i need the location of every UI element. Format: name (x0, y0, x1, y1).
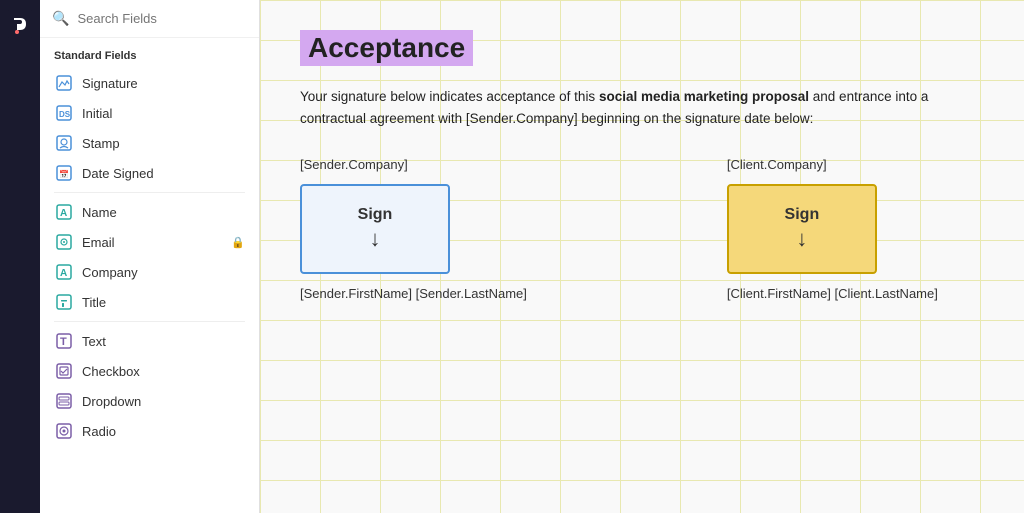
svg-text:T: T (60, 336, 67, 348)
svg-text:A: A (60, 208, 67, 219)
app-logo[interactable] (6, 10, 34, 38)
sender-company-label: [Sender.Company] (300, 157, 527, 172)
text-icon: T (54, 331, 74, 351)
field-item-initial[interactable]: DS Initial (40, 98, 259, 128)
acceptance-body: Your signature below indicates acceptanc… (300, 86, 980, 129)
svg-text:DS: DS (59, 110, 71, 119)
field-label-signature: Signature (82, 76, 138, 91)
name-icon: A (54, 202, 74, 222)
field-label-date-signed: Date Signed (82, 166, 154, 181)
field-label-text: Text (82, 334, 106, 349)
title-icon (54, 292, 74, 312)
field-label-name: Name (82, 205, 117, 220)
search-bar: 🔍 ✕ (40, 0, 259, 38)
acceptance-title: Acceptance (300, 30, 473, 66)
document-area: Acceptance Your signature below indicate… (260, 0, 1020, 347)
date-signed-icon: 📅 (54, 163, 74, 183)
field-item-date-signed[interactable]: 📅 Date Signed (40, 158, 259, 188)
field-label-stamp: Stamp (82, 136, 120, 151)
main-content: Acceptance Your signature below indicate… (260, 0, 1024, 513)
sender-sign-label: Sign (358, 206, 393, 224)
divider-2 (54, 321, 245, 322)
search-icon: 🔍 (52, 10, 69, 27)
field-item-checkbox[interactable]: Checkbox (40, 356, 259, 386)
field-item-text[interactable]: T Text (40, 326, 259, 356)
field-item-title[interactable]: Title (40, 287, 259, 317)
search-input[interactable] (77, 11, 253, 26)
field-item-signature[interactable]: Signature (40, 68, 259, 98)
email-icon (54, 232, 74, 252)
field-label-initial: Initial (82, 106, 112, 121)
divider-1 (54, 192, 245, 193)
signature-icon (54, 73, 74, 93)
field-label-company: Company (82, 265, 138, 280)
field-label-email: Email (82, 235, 115, 250)
field-item-name[interactable]: A Name (40, 197, 259, 227)
sender-column: [Sender.Company] Sign ↓ [Sender.FirstNam… (300, 157, 527, 301)
sender-sign-box[interactable]: Sign ↓ (300, 184, 450, 274)
client-sign-label: Sign (785, 206, 820, 224)
svg-text:📅: 📅 (59, 169, 69, 179)
field-label-dropdown: Dropdown (82, 394, 141, 409)
svg-text:A: A (60, 268, 67, 279)
radio-icon (54, 421, 74, 441)
client-sign-box[interactable]: Sign ↓ (727, 184, 877, 274)
bold-text: social media marketing proposal (599, 89, 809, 104)
initial-icon: DS (54, 103, 74, 123)
left-toolbar (0, 0, 40, 513)
client-company-label: [Client.Company] (727, 157, 938, 172)
company-icon: A (54, 262, 74, 282)
dropdown-icon (54, 391, 74, 411)
standard-fields-section: Standard Fields Signature DS Initial (40, 38, 259, 454)
section-title: Standard Fields (40, 46, 259, 68)
client-sign-arrow: ↓ (796, 226, 807, 252)
field-label-title: Title (82, 295, 106, 310)
field-item-email[interactable]: Email 🔒 (40, 227, 259, 257)
sender-name: [Sender.FirstName] [Sender.LastName] (300, 286, 527, 301)
lock-icon: 🔒 (231, 236, 245, 249)
field-label-radio: Radio (82, 424, 116, 439)
field-item-company[interactable]: A Company (40, 257, 259, 287)
client-column: [Client.Company] Sign ↓ [Client.FirstNam… (727, 157, 938, 301)
sidebar: 🔍 ✕ Standard Fields Signature DS Initial (40, 0, 260, 513)
field-item-dropdown[interactable]: Dropdown (40, 386, 259, 416)
field-label-checkbox: Checkbox (82, 364, 140, 379)
field-item-radio[interactable]: Radio (40, 416, 259, 446)
field-item-stamp[interactable]: Stamp (40, 128, 259, 158)
client-name: [Client.FirstName] [Client.LastName] (727, 286, 938, 301)
sender-sign-arrow: ↓ (370, 226, 381, 252)
checkbox-icon (54, 361, 74, 381)
body-text-1: Your signature below indicates acceptanc… (300, 89, 599, 104)
stamp-icon (54, 133, 74, 153)
signers-row: [Sender.Company] Sign ↓ [Sender.FirstNam… (300, 157, 980, 301)
